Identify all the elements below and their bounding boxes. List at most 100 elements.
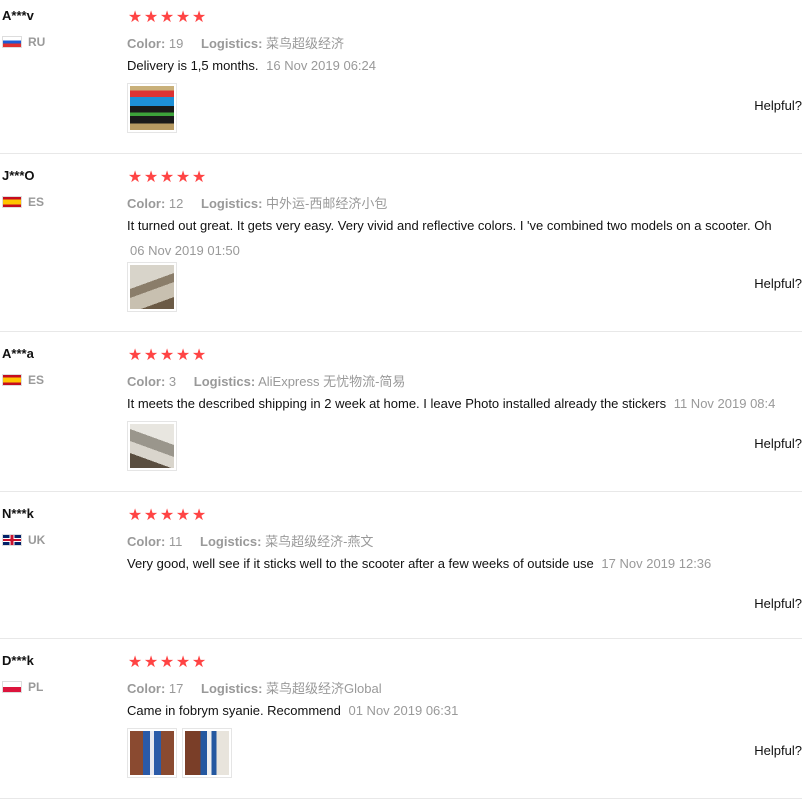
star-icon: ★	[175, 9, 191, 26]
review-meta: Color: 17 Logistics: 菜鸟超级经济Global	[127, 678, 382, 697]
review-photo[interactable]	[127, 728, 177, 778]
flag-icon	[2, 196, 22, 208]
logistics-value: 菜鸟超级经济-燕文	[265, 534, 374, 549]
color-label: Color:	[127, 196, 166, 211]
logistics-value: 中外运-西邮经济小包	[266, 196, 388, 211]
star-rating: ★ ★ ★ ★ ★	[127, 348, 207, 364]
star-icon: ★	[159, 507, 175, 524]
review-photos	[127, 83, 177, 133]
star-icon: ★	[191, 654, 207, 671]
review-photos	[127, 421, 177, 471]
logistics-label: Logistics:	[200, 534, 262, 549]
logistics-value: 菜鸟超级经济	[266, 36, 345, 51]
review-date: 06 Nov 2019 01:50	[130, 243, 240, 258]
country-code: RU	[28, 35, 46, 49]
color-value: 12	[168, 196, 184, 211]
color-value: 3	[168, 374, 177, 389]
reviewer-name: N***k	[2, 506, 34, 521]
star-icon: ★	[175, 507, 191, 524]
star-icon: ★	[159, 347, 175, 364]
color-label: Color:	[127, 374, 166, 389]
reviewer-country: UK	[2, 533, 45, 547]
color-value: 19	[168, 36, 184, 51]
review-photo[interactable]	[127, 262, 177, 312]
color-label: Color:	[127, 36, 166, 51]
color-label: Color:	[127, 534, 166, 549]
star-icon: ★	[191, 9, 207, 26]
review-date: 17 Nov 2019 12:36	[601, 556, 712, 571]
star-icon: ★	[127, 654, 143, 671]
star-icon: ★	[175, 347, 191, 364]
star-rating: ★ ★ ★ ★ ★	[127, 10, 207, 26]
logistics-label: Logistics:	[201, 681, 263, 696]
star-icon: ★	[143, 169, 159, 186]
helpful-button[interactable]: Helpful?	[754, 596, 802, 611]
review-photo[interactable]	[182, 728, 232, 778]
star-icon: ★	[127, 507, 143, 524]
star-icon: ★	[143, 507, 159, 524]
review-text: Very good, well see if it sticks well to…	[127, 556, 802, 571]
review-text: Delivery is 1,5 months. 16 Nov 2019 06:2…	[127, 58, 802, 73]
review-meta: Color: 12 Logistics: 中外运-西邮经济小包	[127, 193, 387, 212]
reviewer-name: A***a	[2, 346, 34, 361]
star-icon: ★	[159, 169, 175, 186]
review-body: Delivery is 1,5 months.	[127, 58, 259, 73]
divider	[0, 798, 802, 799]
star-icon: ★	[127, 9, 143, 26]
flag-icon	[2, 534, 22, 546]
review-photo[interactable]	[127, 421, 177, 471]
star-icon: ★	[143, 9, 159, 26]
color-value: 11	[168, 534, 183, 549]
country-code: UK	[28, 533, 46, 547]
star-icon: ★	[143, 347, 159, 364]
reviewer-country: ES	[2, 373, 44, 387]
flag-icon	[2, 681, 22, 693]
helpful-button[interactable]: Helpful?	[754, 98, 802, 113]
star-icon: ★	[143, 654, 159, 671]
review-text: It turned out great. It gets very easy. …	[127, 218, 802, 233]
star-icon: ★	[175, 654, 191, 671]
review-body: It turned out great. It gets very easy. …	[127, 218, 772, 233]
reviewer-name: J***O	[2, 168, 35, 183]
country-code: ES	[28, 373, 45, 387]
review-body: Came in fobrym syanie. Recommend	[127, 703, 341, 718]
logistics-label: Logistics:	[193, 374, 256, 389]
review-meta: Color: 3 Logistics: AliExpress 无忧物流-简易	[127, 371, 405, 390]
helpful-button[interactable]: Helpful?	[754, 743, 802, 758]
star-icon: ★	[159, 9, 175, 26]
reviewer-country: RU	[2, 35, 45, 49]
color-label: Color:	[127, 681, 166, 696]
star-icon: ★	[159, 654, 175, 671]
review-photo[interactable]	[127, 83, 177, 133]
helpful-button[interactable]: Helpful?	[754, 276, 802, 291]
star-rating: ★ ★ ★ ★ ★	[127, 170, 207, 186]
review-photos	[127, 728, 232, 778]
review-date: 01 Nov 2019 06:31	[348, 703, 459, 718]
country-code: ES	[28, 195, 45, 209]
star-icon: ★	[127, 347, 143, 364]
review-body: Very good, well see if it sticks well to…	[127, 556, 594, 571]
star-icon: ★	[127, 169, 143, 186]
divider	[0, 331, 802, 332]
country-code: PL	[28, 680, 44, 694]
review-text: Came in fobrym syanie. Recommend 01 Nov …	[127, 703, 802, 718]
star-rating: ★ ★ ★ ★ ★	[127, 655, 207, 671]
review-photos	[127, 262, 177, 312]
logistics-value: AliExpress 无忧物流-简易	[258, 374, 406, 389]
flag-icon	[2, 374, 22, 386]
star-icon: ★	[175, 169, 191, 186]
review-date: 11 Nov 2019 08:4	[673, 396, 776, 411]
reviewer-country: ES	[2, 195, 44, 209]
review-text: It meets the described shipping in 2 wee…	[127, 396, 802, 411]
divider	[0, 153, 802, 154]
reviewer-country: PL	[2, 680, 43, 694]
color-value: 17	[168, 681, 184, 696]
helpful-button[interactable]: Helpful?	[754, 436, 802, 451]
star-icon: ★	[191, 169, 207, 186]
star-icon: ★	[191, 507, 207, 524]
reviewer-name: A***v	[2, 8, 34, 23]
star-icon: ★	[191, 347, 207, 364]
review-date: 16 Nov 2019 06:24	[266, 58, 376, 73]
star-rating: ★ ★ ★ ★ ★	[127, 508, 207, 524]
review-meta: Color: 11 Logistics: 菜鸟超级经济-燕文	[127, 531, 373, 550]
